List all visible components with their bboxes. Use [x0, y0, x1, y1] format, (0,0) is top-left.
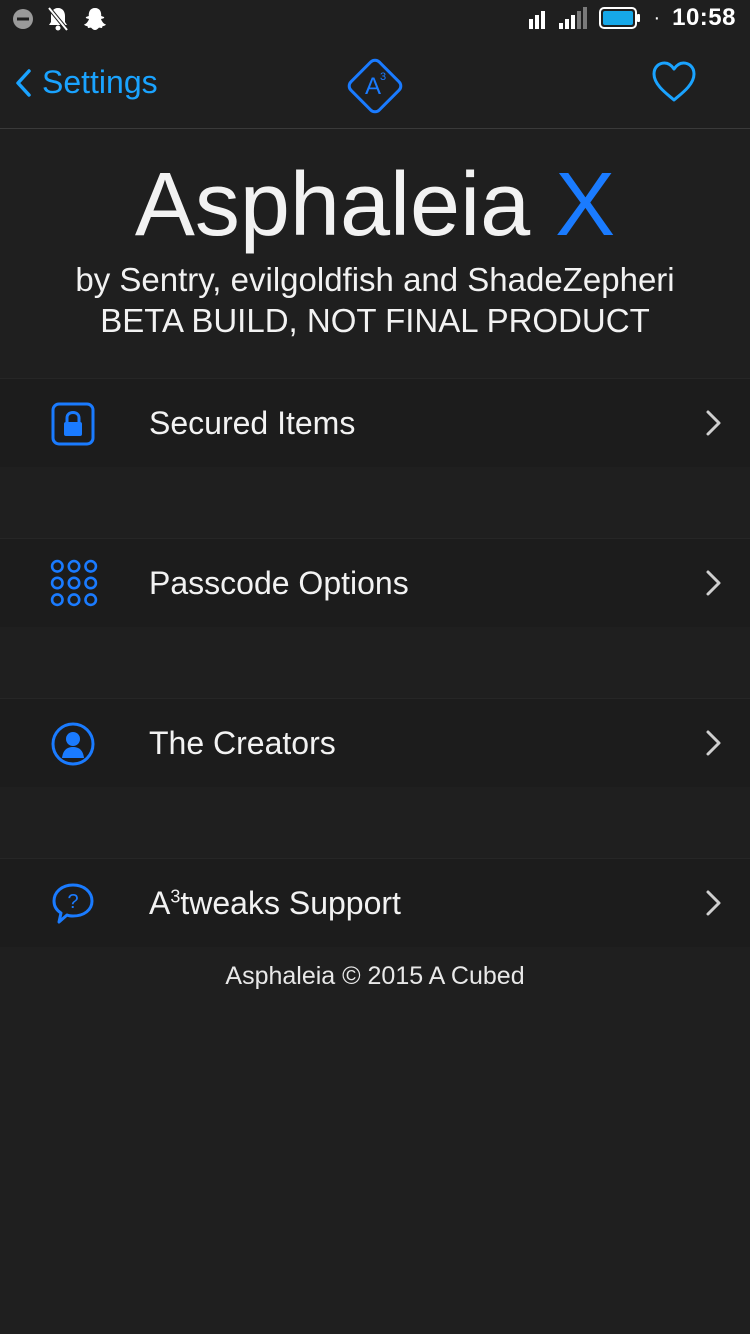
question-bubble-icon: ?: [52, 883, 94, 924]
heart-icon[interactable]: [650, 60, 698, 104]
battery-icon: [599, 7, 641, 29]
screen: · 10:58 Settings A 3 Asphaleia X by Sent…: [0, 0, 750, 1334]
snapchat-icon: [84, 8, 106, 30]
status-bar: · 10:58: [0, 0, 750, 40]
menu-row-passcode-options[interactable]: Passcode Options: [0, 538, 750, 627]
chevron-right-icon: [706, 410, 721, 436]
do-not-disturb-icon: [13, 9, 33, 29]
app-title-main: Asphaleia: [134, 155, 531, 255]
menu-row-the-creators[interactable]: The Creators: [0, 698, 750, 787]
status-separator: ·: [653, 6, 661, 29]
support-label-prefix: A: [149, 885, 171, 921]
status-time: 10:58: [672, 4, 736, 31]
status-right-icons: · 10:58: [529, 4, 736, 32]
chevron-right-icon: [706, 730, 721, 756]
lock-icon: [51, 402, 95, 446]
person-icon: [51, 722, 95, 766]
logo-superscript: 3: [380, 71, 386, 83]
cellular-signal-icon: [559, 7, 588, 29]
beta-notice: BETA BUILD, NOT FINAL PRODUCT: [100, 302, 650, 339]
chevron-right-icon: [706, 890, 721, 916]
menu-label-passcode-options: Passcode Options: [149, 565, 409, 601]
chevron-left-icon: [16, 68, 31, 97]
signal-bars-icon: [529, 11, 546, 29]
menu-row-secured-items[interactable]: Secured Items: [0, 378, 750, 467]
menu-row-support[interactable]: ? A3tweaks Support: [0, 858, 750, 947]
menu-label-the-creators: The Creators: [149, 725, 336, 761]
menu-label-support: A3tweaks Support: [149, 859, 401, 947]
menu-label-secured-items: Secured Items: [149, 405, 356, 441]
app-header: Asphaleia X by Sentry, evilgoldfish and …: [0, 150, 750, 342]
app-byline: by Sentry, evilgoldfish and ShadeZepheri: [75, 261, 675, 298]
support-label-suffix: tweaks Support: [180, 885, 401, 921]
status-left-icons: [12, 6, 108, 32]
support-label-superscript: 3: [170, 886, 181, 907]
app-title: Asphaleia X: [0, 150, 750, 260]
logo-letter: A: [365, 73, 381, 100]
back-button[interactable]: Settings: [14, 64, 158, 101]
back-label: Settings: [42, 64, 158, 100]
muted-bell-icon: [47, 6, 69, 32]
svg-text:?: ?: [67, 891, 78, 913]
navigation-bar: Settings A 3: [0, 40, 750, 129]
footer-copyright: Asphaleia © 2015 A Cubed: [225, 962, 525, 990]
keypad-icon: [50, 559, 98, 607]
a3-logo-icon: A 3: [347, 58, 403, 114]
app-title-accent: X: [555, 155, 616, 255]
chevron-right-icon: [706, 570, 721, 596]
